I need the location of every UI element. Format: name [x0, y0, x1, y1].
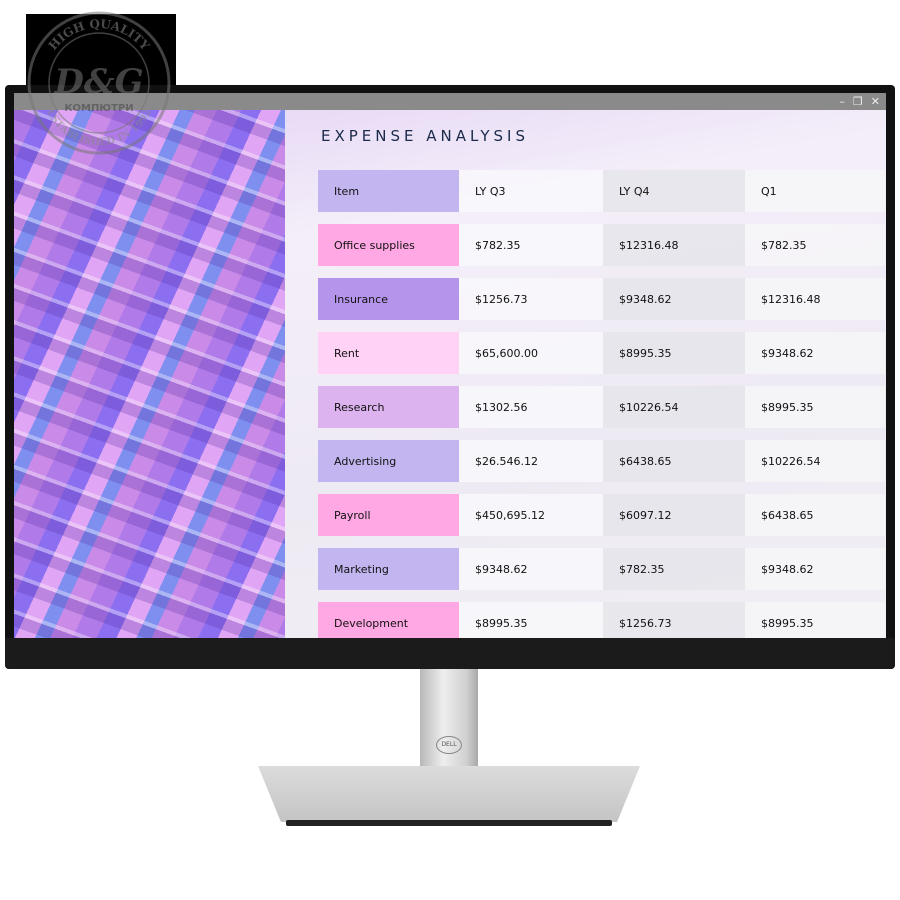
- header-q1: Q1: [745, 170, 885, 212]
- cell-ly-q3: $1302.56: [459, 386, 603, 428]
- table-row: Research $1302.56 $10226.54 $8995.35: [318, 386, 885, 428]
- table-row: Marketing $9348.62 $782.35 $9348.62: [318, 548, 885, 590]
- abstract-wave-artwork: [14, 110, 285, 638]
- cell-q1: $9348.62: [745, 332, 885, 374]
- page-title: EXPENSE ANALYSIS: [321, 127, 530, 145]
- table-row: Advertising $26.546.12 $6438.65 $10226.54: [318, 440, 885, 482]
- cell-ly-q3: $9348.62: [459, 548, 603, 590]
- cell-q1: $8995.35: [745, 602, 885, 638]
- table-header-row: Item LY Q3 LY Q4 Q1: [318, 170, 885, 212]
- stand-neck: [420, 669, 478, 773]
- close-icon[interactable]: ✕: [871, 96, 880, 107]
- cell-q1: $782.35: [745, 224, 885, 266]
- cell-ly-q4: $6097.12: [603, 494, 745, 536]
- cell-ly-q4: $782.35: [603, 548, 745, 590]
- cell-ly-q4: $6438.65: [603, 440, 745, 482]
- row-label: Insurance: [318, 278, 459, 320]
- stand-base: [258, 766, 640, 822]
- table-row: Office supplies $782.35 $12316.48 $782.35: [318, 224, 885, 266]
- cell-ly-q3: $450,695.12: [459, 494, 603, 536]
- monitor-screen: – ❐ ✕ EXPENSE ANALYSIS Item LY Q3 LY Q4 …: [14, 93, 886, 638]
- stand-foot: [286, 820, 612, 826]
- cell-ly-q4: $9348.62: [603, 278, 745, 320]
- header-ly-q3: LY Q3: [459, 170, 603, 212]
- cell-ly-q3: $65,600.00: [459, 332, 603, 374]
- monitor-chin: [5, 638, 895, 669]
- cell-ly-q4: $1256.73: [603, 602, 745, 638]
- row-label: Rent: [318, 332, 459, 374]
- row-label: Payroll: [318, 494, 459, 536]
- cell-ly-q3: $782.35: [459, 224, 603, 266]
- header-ly-q4: LY Q4: [603, 170, 745, 212]
- cell-ly-q3: $26.546.12: [459, 440, 603, 482]
- minimize-icon[interactable]: –: [839, 96, 845, 107]
- expense-panel: EXPENSE ANALYSIS Item LY Q3 LY Q4 Q1 Off…: [285, 110, 886, 638]
- row-label: Marketing: [318, 548, 459, 590]
- watermark-stamp: HIGH QUALITY D&G КОМПЮТРИ ESTABLISHED IN…: [27, 11, 171, 155]
- dell-logo: DELL: [436, 736, 462, 754]
- row-label: Office supplies: [318, 224, 459, 266]
- svg-text:КОМПЮТРИ: КОМПЮТРИ: [64, 103, 133, 114]
- header-item: Item: [318, 170, 459, 212]
- cell-ly-q3: $1256.73: [459, 278, 603, 320]
- cell-q1: $6438.65: [745, 494, 885, 536]
- cell-ly-q4: $12316.48: [603, 224, 745, 266]
- cell-q1: $8995.35: [745, 386, 885, 428]
- cell-ly-q3: $8995.35: [459, 602, 603, 638]
- cell-q1: $10226.54: [745, 440, 885, 482]
- svg-text:D&G: D&G: [53, 62, 143, 102]
- cell-q1: $9348.62: [745, 548, 885, 590]
- table-row: Development $8995.35 $1256.73 $8995.35: [318, 602, 885, 638]
- cell-ly-q4: $10226.54: [603, 386, 745, 428]
- row-label: Research: [318, 386, 459, 428]
- expense-table: Item LY Q3 LY Q4 Q1 Office supplies $782.…: [318, 158, 885, 638]
- table-row: Payroll $450,695.12 $6097.12 $6438.65: [318, 494, 885, 536]
- table-row: Insurance $1256.73 $9348.62 $12316.48: [318, 278, 885, 320]
- restore-icon[interactable]: ❐: [853, 96, 863, 107]
- row-label: Advertising: [318, 440, 459, 482]
- cell-q1: $12316.48: [745, 278, 885, 320]
- cell-ly-q4: $8995.35: [603, 332, 745, 374]
- row-label: Development: [318, 602, 459, 638]
- table-row: Rent $65,600.00 $8995.35 $9348.62: [318, 332, 885, 374]
